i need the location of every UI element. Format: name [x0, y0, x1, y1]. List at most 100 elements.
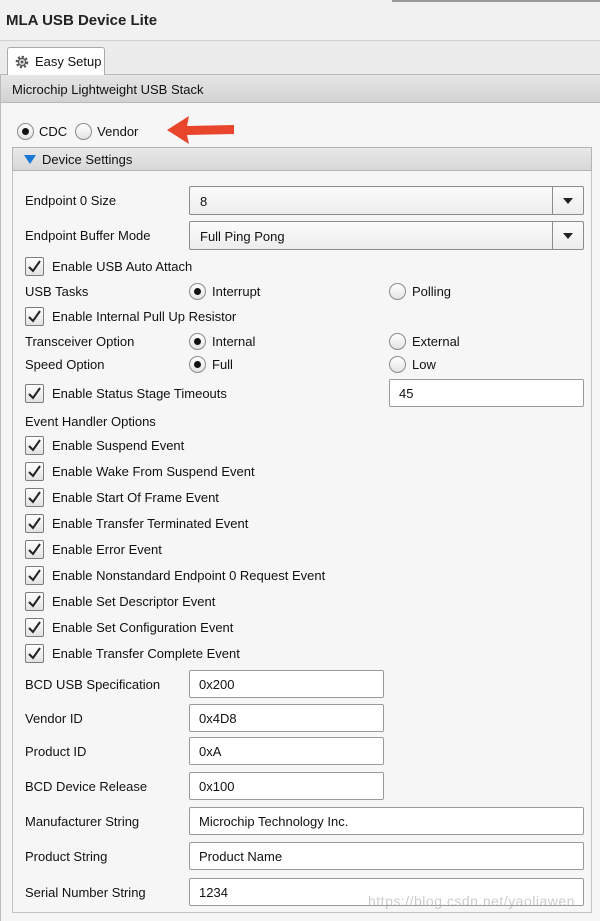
status-timeouts-input[interactable] — [390, 380, 583, 406]
transfer-complete-checkbox[interactable] — [25, 643, 44, 663]
transfer-terminated-checkbox[interactable] — [25, 513, 44, 533]
event-option-row[interactable]: Enable Nonstandard Endpoint 0 Request Ev… — [25, 565, 325, 585]
event-option-row[interactable]: Enable Set Configuration Event — [25, 617, 233, 637]
manufacturer-string-field[interactable] — [189, 807, 584, 835]
tab-strip: Easy Setup — [0, 41, 600, 75]
tab-easy-setup[interactable]: Easy Setup — [7, 47, 105, 75]
cdc-option[interactable]: CDC — [17, 122, 68, 140]
product-id-field[interactable] — [189, 737, 384, 765]
bcd-usb-spec-label: BCD USB Specification — [25, 677, 161, 692]
set-configuration-checkbox[interactable] — [25, 617, 44, 637]
event-option-row[interactable]: Enable Suspend Event — [25, 435, 184, 455]
device-settings-title: Device Settings — [42, 152, 133, 167]
error-event-checkbox[interactable] — [25, 539, 44, 559]
usb-tasks-label: USB Tasks — [25, 284, 89, 299]
set-configuration-label: Enable Set Configuration Event — [52, 619, 234, 635]
checkmark-icon — [28, 490, 41, 504]
nonstandard-request-label: Enable Nonstandard Endpoint 0 Request Ev… — [52, 567, 326, 583]
serial-number-label: Serial Number String — [25, 885, 146, 900]
event-option-row[interactable]: Enable Error Event — [25, 539, 162, 559]
easy-setup-panel: Microchip Lightweight USB Stack CDC Vend… — [0, 75, 600, 921]
chevron-down-icon[interactable] — [552, 222, 583, 249]
status-timeouts-row[interactable]: Enable Status Stage Timeouts — [25, 383, 227, 403]
endpoint0-size-combo[interactable]: 8 — [189, 186, 584, 215]
stack-header: Microchip Lightweight USB Stack — [1, 75, 600, 103]
external-radio[interactable] — [389, 332, 406, 350]
auto-attach-row[interactable]: Enable USB Auto Attach — [25, 256, 192, 276]
checkmark-icon — [28, 438, 41, 452]
pull-up-row[interactable]: Enable Internal Pull Up Resistor — [25, 306, 236, 326]
checkmark-icon — [28, 464, 41, 478]
full-radio[interactable] — [189, 355, 206, 373]
title-bar: MLA USB Device Lite — [0, 0, 600, 41]
checkmark-icon — [28, 594, 41, 608]
interrupt-radio[interactable] — [189, 282, 206, 300]
usb-tasks-polling-option[interactable]: Polling — [389, 281, 451, 301]
polling-label: Polling — [412, 283, 452, 299]
checkmark-icon — [28, 386, 41, 400]
suspend-event-label: Enable Suspend Event — [52, 437, 185, 453]
suspend-event-checkbox[interactable] — [25, 435, 44, 455]
vendor-radio[interactable] — [75, 122, 93, 140]
transceiver-internal-option[interactable]: Internal — [189, 331, 255, 351]
buffer-mode-combo[interactable]: Full Ping Pong — [189, 221, 584, 250]
tab-label: Easy Setup — [35, 54, 102, 69]
external-label: External — [412, 333, 460, 349]
transceiver-external-option[interactable]: External — [389, 331, 460, 351]
checkmark-icon — [28, 259, 41, 273]
status-timeouts-checkbox[interactable] — [25, 383, 44, 403]
event-option-row[interactable]: Enable Wake From Suspend Event — [25, 461, 255, 481]
set-descriptor-label: Enable Set Descriptor Event — [52, 593, 216, 609]
pull-up-checkbox[interactable] — [25, 306, 44, 326]
checkmark-icon — [28, 309, 41, 323]
title-bar-divider — [392, 0, 600, 2]
checkmark-icon — [28, 646, 41, 660]
manufacturer-string-input[interactable] — [190, 808, 583, 834]
set-descriptor-checkbox[interactable] — [25, 591, 44, 611]
cdc-label: CDC — [39, 123, 68, 139]
pull-up-label: Enable Internal Pull Up Resistor — [52, 308, 237, 324]
internal-radio[interactable] — [189, 332, 206, 350]
event-option-row[interactable]: Enable Transfer Terminated Event — [25, 513, 248, 533]
buffer-mode-label: Endpoint Buffer Mode — [25, 228, 151, 243]
vendor-id-input[interactable] — [190, 705, 383, 731]
product-string-label: Product String — [25, 849, 108, 864]
endpoint0-size-label: Endpoint 0 Size — [25, 193, 117, 208]
manufacturer-string-label: Manufacturer String — [25, 814, 140, 829]
buffer-mode-value: Full Ping Pong — [200, 229, 285, 244]
speed-low-option[interactable]: Low — [389, 354, 436, 374]
sof-event-checkbox[interactable] — [25, 487, 44, 507]
product-string-field[interactable] — [189, 842, 584, 870]
bcd-device-release-label: BCD Device Release — [25, 779, 148, 794]
event-option-row[interactable]: Enable Start Of Frame Event — [25, 487, 219, 507]
auto-attach-checkbox[interactable] — [25, 256, 44, 276]
vendor-id-field[interactable] — [189, 704, 384, 732]
polling-radio[interactable] — [389, 282, 406, 300]
sof-event-label: Enable Start Of Frame Event — [52, 489, 219, 505]
bcd-usb-spec-input[interactable] — [190, 671, 383, 697]
bcd-device-release-input[interactable] — [190, 773, 383, 799]
event-option-row[interactable]: Enable Transfer Complete Event — [25, 643, 240, 663]
internal-label: Internal — [212, 333, 256, 349]
product-string-input[interactable] — [190, 843, 583, 869]
vendor-option[interactable]: Vendor — [75, 122, 138, 140]
chevron-down-icon[interactable] — [552, 187, 583, 214]
status-timeouts-label: Enable Status Stage Timeouts — [52, 385, 227, 401]
event-option-row[interactable]: Enable Set Descriptor Event — [25, 591, 215, 611]
bcd-device-release-field[interactable] — [189, 772, 384, 800]
product-id-label: Product ID — [25, 744, 87, 759]
transceiver-label: Transceiver Option — [25, 334, 135, 349]
low-radio[interactable] — [389, 355, 406, 373]
status-timeouts-field[interactable] — [389, 379, 584, 407]
bcd-usb-spec-field[interactable] — [189, 670, 384, 698]
speed-full-option[interactable]: Full — [189, 354, 233, 374]
wake-event-checkbox[interactable] — [25, 461, 44, 481]
product-id-input[interactable] — [190, 738, 383, 764]
nonstandard-request-checkbox[interactable] — [25, 565, 44, 585]
cdc-radio[interactable] — [17, 122, 34, 140]
speed-label: Speed Option — [25, 357, 105, 372]
collapse-triangle-icon — [24, 155, 36, 164]
usb-tasks-interrupt-option[interactable]: Interrupt — [189, 281, 260, 301]
device-settings-header[interactable]: Device Settings — [12, 147, 592, 171]
error-event-label: Enable Error Event — [52, 541, 162, 557]
